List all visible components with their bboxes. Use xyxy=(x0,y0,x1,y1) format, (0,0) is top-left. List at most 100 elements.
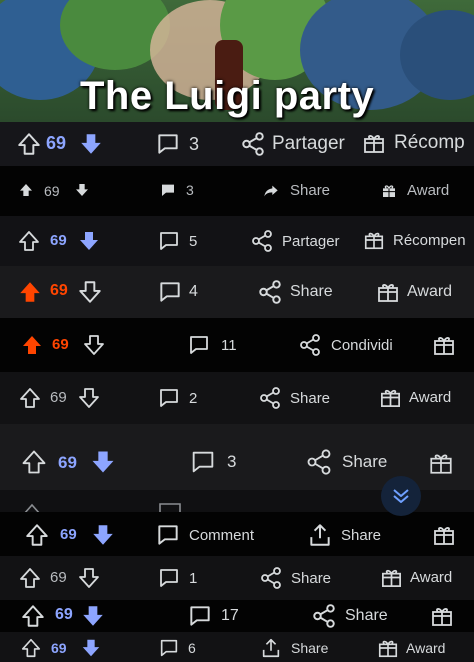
downvote-button[interactable] xyxy=(77,229,101,253)
share-button[interactable]: Share xyxy=(262,182,330,199)
comment-icon xyxy=(160,389,178,407)
award-button[interactable]: Award xyxy=(376,280,452,304)
comment-button[interactable]: 6 xyxy=(158,637,196,659)
share-icon xyxy=(300,334,320,356)
comment-button[interactable]: 3 xyxy=(160,182,194,198)
upvote-button[interactable] xyxy=(20,448,48,476)
downvote-button[interactable] xyxy=(77,279,103,305)
comment-icon xyxy=(190,606,210,626)
comment-count: 3 xyxy=(186,182,194,198)
share-icon xyxy=(313,604,335,628)
share-icon xyxy=(260,387,280,409)
comment-button[interactable]: 3 xyxy=(155,131,199,157)
comment-icon xyxy=(160,569,178,587)
downvote-button[interactable] xyxy=(80,603,106,629)
award-icon xyxy=(434,337,454,355)
award-button[interactable]: Award xyxy=(379,386,451,409)
share-label: Share xyxy=(345,607,388,624)
downvote-button[interactable] xyxy=(90,522,116,548)
share-icon xyxy=(252,230,272,252)
upvote-icon xyxy=(21,638,41,658)
upvote-icon xyxy=(24,503,40,512)
award-button[interactable] xyxy=(430,604,462,628)
share-icon xyxy=(242,132,264,156)
award-label: Award xyxy=(410,569,453,586)
share-button[interactable]: Partager xyxy=(240,131,345,157)
award-button[interactable]: Award xyxy=(380,566,452,589)
award-button[interactable]: Récomp xyxy=(362,131,465,155)
comment-button[interactable]: 11 xyxy=(187,333,237,357)
award-button[interactable]: Award xyxy=(381,182,449,199)
comment-button[interactable]: 17 xyxy=(187,603,239,629)
upvote-button[interactable] xyxy=(16,131,42,157)
post-action-bar: 69 6 Share Award xyxy=(0,632,474,662)
award-label: Award xyxy=(406,640,446,656)
share-label: Share xyxy=(290,283,333,300)
comment-icon xyxy=(162,184,174,196)
share-label: Share xyxy=(290,389,331,407)
downvote-icon xyxy=(83,606,103,626)
share-button[interactable]: Share xyxy=(259,566,331,590)
award-button[interactable]: Award xyxy=(377,637,445,659)
vote-count: 69 xyxy=(51,640,67,656)
upvote-button[interactable] xyxy=(20,637,42,659)
share-label: Condividi xyxy=(331,336,393,354)
award-button[interactable] xyxy=(432,333,464,357)
post-action-bar: 69 17 Share xyxy=(0,600,474,632)
award-button[interactable] xyxy=(432,523,464,547)
upload-share-icon xyxy=(310,524,330,546)
downvote-button[interactable] xyxy=(89,448,117,476)
upload-share-icon xyxy=(262,638,280,658)
upvote-button[interactable] xyxy=(20,603,46,629)
share-button[interactable]: Share xyxy=(260,637,328,659)
comment-icon xyxy=(159,503,181,512)
share-button[interactable]: Partager xyxy=(250,229,340,253)
downvote-button[interactable] xyxy=(77,566,101,590)
share-button[interactable]: Share xyxy=(257,279,333,305)
upvote-icon xyxy=(20,388,40,408)
award-label: Award xyxy=(407,283,453,300)
comment-button[interactable]: Comment xyxy=(155,522,254,548)
award-label: Award xyxy=(409,389,452,406)
share-button[interactable]: Share xyxy=(305,448,387,476)
comment-icon xyxy=(160,282,180,302)
upvote-button[interactable] xyxy=(17,279,43,305)
award-icon xyxy=(364,232,384,250)
downvote-button[interactable] xyxy=(74,182,90,198)
upvote-button[interactable] xyxy=(20,333,44,357)
comment-button[interactable]: 5 xyxy=(157,229,197,253)
upvote-button[interactable] xyxy=(18,386,42,410)
upvote-button[interactable] xyxy=(18,566,42,590)
upvote-button[interactable] xyxy=(18,182,34,198)
upvote-icon xyxy=(22,450,46,474)
comment-icon xyxy=(158,134,178,154)
downvote-button[interactable] xyxy=(80,637,102,659)
upvote-button[interactable] xyxy=(17,229,41,253)
upvote-button[interactable] xyxy=(24,522,50,548)
award-button[interactable]: Récompen xyxy=(363,229,466,251)
vote-count: 69 xyxy=(52,336,69,353)
share-button[interactable]: Share xyxy=(258,386,330,410)
downvote-icon xyxy=(81,134,101,154)
award-button[interactable] xyxy=(428,450,462,476)
downvote-icon xyxy=(80,232,98,250)
share-button[interactable]: Condividi xyxy=(298,333,393,357)
comment-button[interactable]: 2 xyxy=(157,386,197,410)
award-icon xyxy=(430,454,452,474)
comment-count: 5 xyxy=(189,232,198,250)
share-button[interactable]: Share xyxy=(311,603,388,629)
downvote-button[interactable] xyxy=(77,386,101,410)
post-action-bar: 69 2 Share Award xyxy=(0,372,474,424)
comment-count: 3 xyxy=(189,133,200,154)
comment-button[interactable]: 1 xyxy=(157,566,197,590)
comment-button[interactable]: 4 xyxy=(157,279,198,305)
upvote-icon xyxy=(20,282,40,302)
downvote-button[interactable] xyxy=(82,333,106,357)
scroll-down-button[interactable] xyxy=(381,476,421,516)
downvote-button[interactable] xyxy=(78,131,104,157)
comment-button[interactable]: 3 xyxy=(189,448,236,476)
share-label: Share xyxy=(290,182,331,199)
share-label: Partager xyxy=(282,232,340,250)
share-button[interactable]: Share xyxy=(307,522,381,548)
award-icon xyxy=(364,135,384,153)
